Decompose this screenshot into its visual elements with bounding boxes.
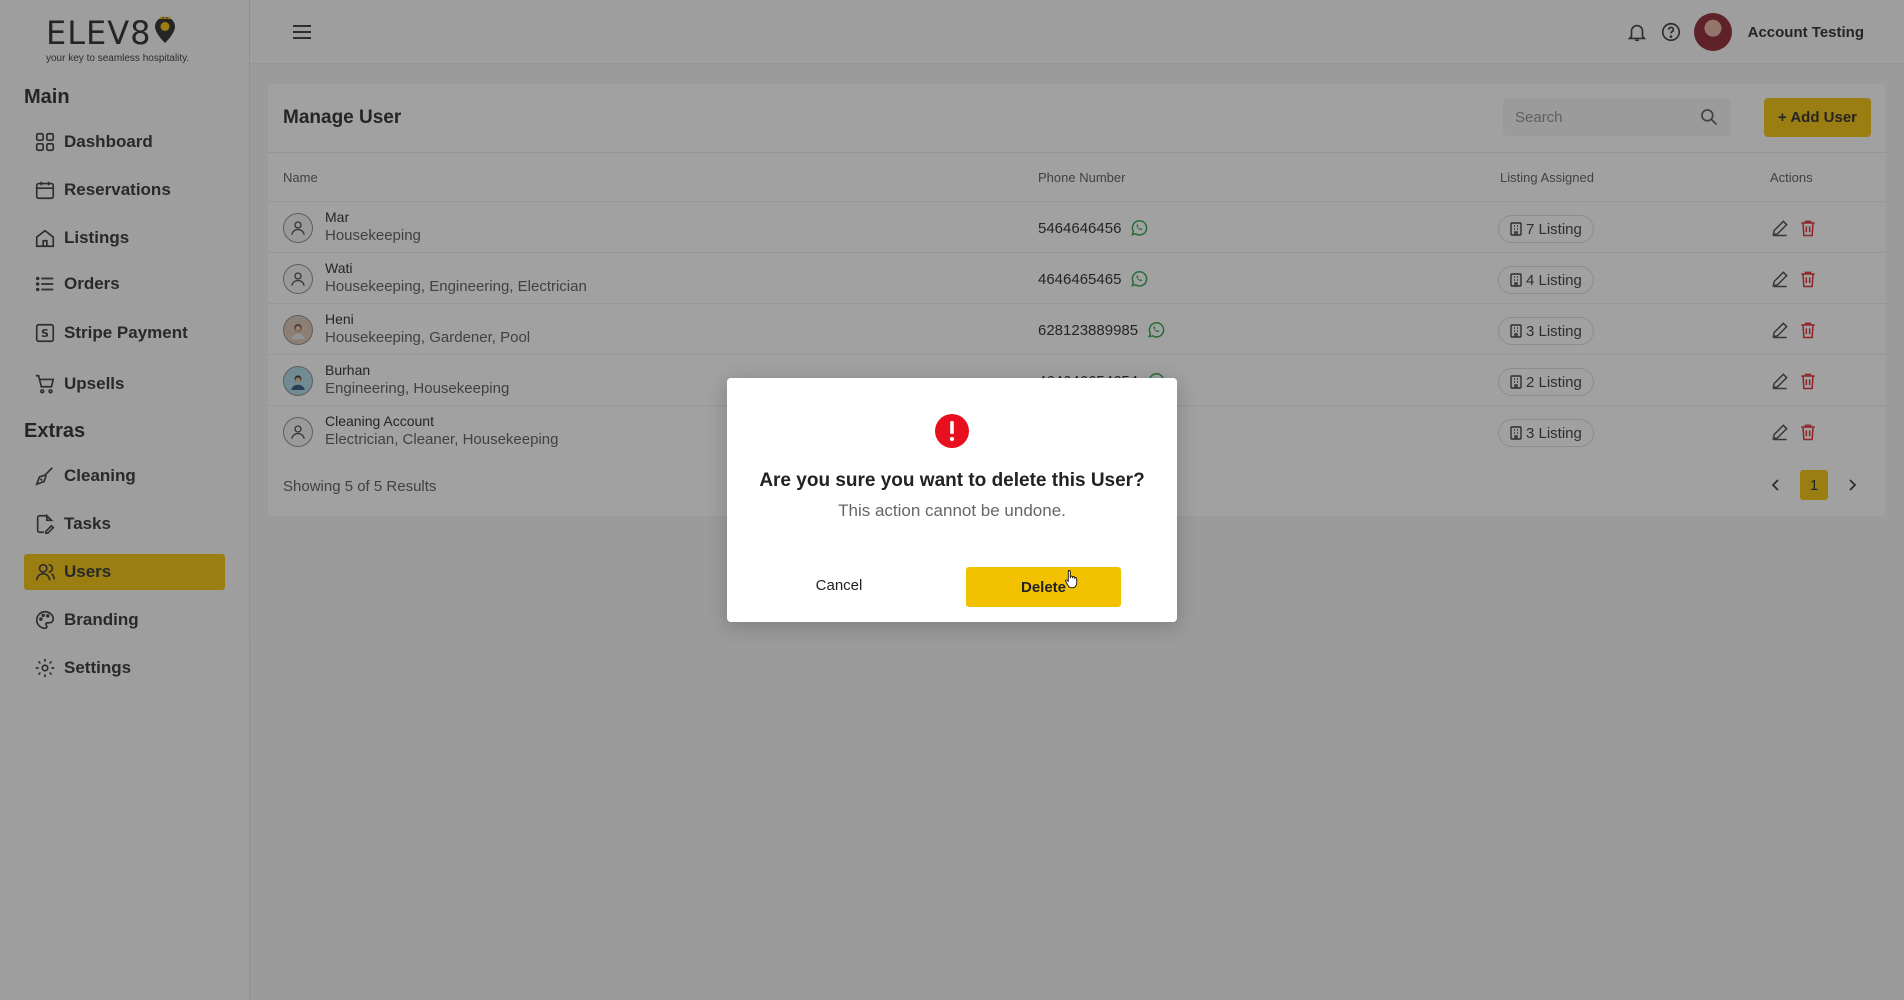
dialog-subtitle: This action cannot be undone. <box>838 501 1066 520</box>
hand-cursor-icon <box>1065 570 1078 589</box>
delete-button[interactable]: Delete <box>966 567 1121 607</box>
dialog-title: Are you sure you want to delete this Use… <box>759 470 1145 491</box>
cancel-button[interactable]: Cancel <box>789 567 889 603</box>
delete-confirm-dialog: Are you sure you want to delete this Use… <box>727 378 1177 622</box>
alert-icon <box>935 414 969 448</box>
